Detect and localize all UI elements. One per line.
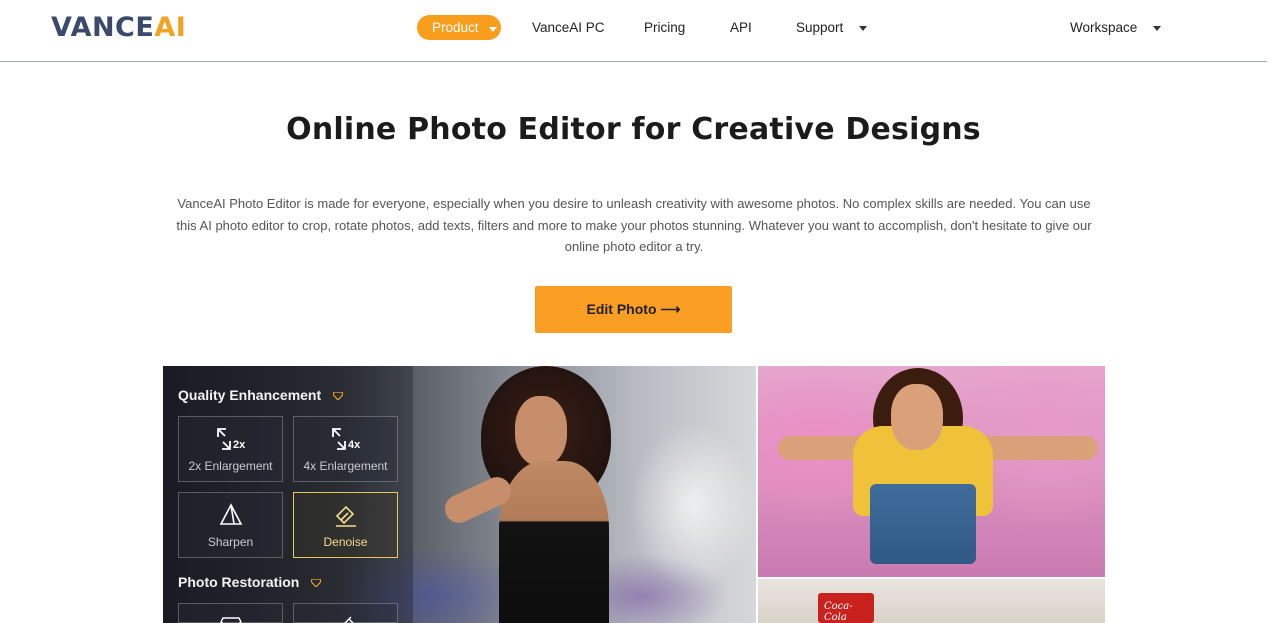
nav-vanceai-pc-label: VanceAI PC	[532, 20, 605, 35]
can-text: Coca-Cola	[824, 601, 853, 623]
nav-workspace[interactable]: Workspace	[1070, 15, 1162, 40]
nav-pricing-label: Pricing	[644, 20, 686, 35]
tool-sharpen[interactable]: Sharpen	[178, 492, 283, 558]
enlarge-4x-icon: 4x	[294, 426, 397, 452]
tool-label: Sharpen	[207, 535, 254, 549]
chevron-down-icon	[489, 27, 497, 32]
tool-2x-enlargement[interactable]: 2x 2x Enlargement	[178, 416, 283, 482]
chevron-down-icon	[859, 25, 868, 31]
divider	[758, 577, 1105, 579]
nav-api[interactable]: API	[730, 15, 752, 40]
nav-product-label: Product	[432, 20, 479, 35]
page-title: Online Photo Editor for Creative Designs	[286, 112, 981, 147]
coca-cola-can: Coca-Cola	[818, 593, 874, 623]
denoise-icon	[294, 502, 397, 528]
logo-part-vance: VANCE	[51, 12, 155, 43]
nav-pricing[interactable]: Pricing	[644, 15, 685, 40]
section-label-quality-text: Quality Enhancement	[178, 387, 322, 403]
enlarge-2x-icon: 2x	[179, 426, 282, 452]
site-header: VANCEAI Product VanceAI PC Pricing API S…	[0, 0, 1267, 62]
nav-workspace-label: Workspace	[1070, 20, 1138, 35]
vanceai-logo[interactable]: VANCEAI	[51, 12, 186, 43]
diamond-icon	[333, 392, 344, 401]
chevron-down-icon	[1153, 25, 1162, 31]
tool-label: 4x Enlargement	[303, 459, 388, 473]
edit-photo-button-label: Edit Photo ⟶	[586, 301, 681, 317]
diamond-icon	[179, 610, 282, 623]
nav-api-label: API	[730, 20, 752, 35]
edit-photo-button[interactable]: Edit Photo ⟶	[535, 286, 732, 333]
showcase-image-bottom: Coca-Cola	[758, 579, 1105, 623]
nav-support[interactable]: Support	[796, 15, 868, 40]
tool-denoise[interactable]: Denoise	[293, 492, 398, 558]
tool-label: 2x Enlargement	[188, 459, 273, 473]
sharpen-icon	[179, 502, 282, 528]
section-label-quality: Quality Enhancement	[178, 387, 344, 403]
diamond-icon	[311, 579, 322, 588]
showcase-image-pink	[758, 366, 1105, 577]
hero-description: VanceAI Photo Editor is made for everyon…	[176, 196, 1092, 254]
nav-product[interactable]: Product	[417, 15, 501, 40]
tool-4x-enlargement[interactable]: 4x 4x Enlargement	[293, 416, 398, 482]
editor-showcase: Coca-Cola Quality Enhancement 2x 2x Enla…	[163, 366, 1105, 623]
svg-text:4x: 4x	[348, 439, 361, 451]
nav-support-label: Support	[796, 20, 844, 35]
logo-part-ai: AI	[154, 12, 187, 43]
tool-restoration-1[interactable]	[178, 603, 283, 623]
divider	[756, 366, 758, 623]
tool-restoration-2[interactable]	[293, 603, 398, 623]
section-label-restoration-text: Photo Restoration	[178, 574, 300, 590]
wand-icon	[294, 610, 397, 623]
svg-text:2x: 2x	[233, 439, 246, 451]
tool-label: Denoise	[323, 535, 368, 549]
nav-vanceai-pc[interactable]: VanceAI PC	[532, 15, 605, 40]
section-label-restoration: Photo Restoration	[178, 574, 322, 590]
